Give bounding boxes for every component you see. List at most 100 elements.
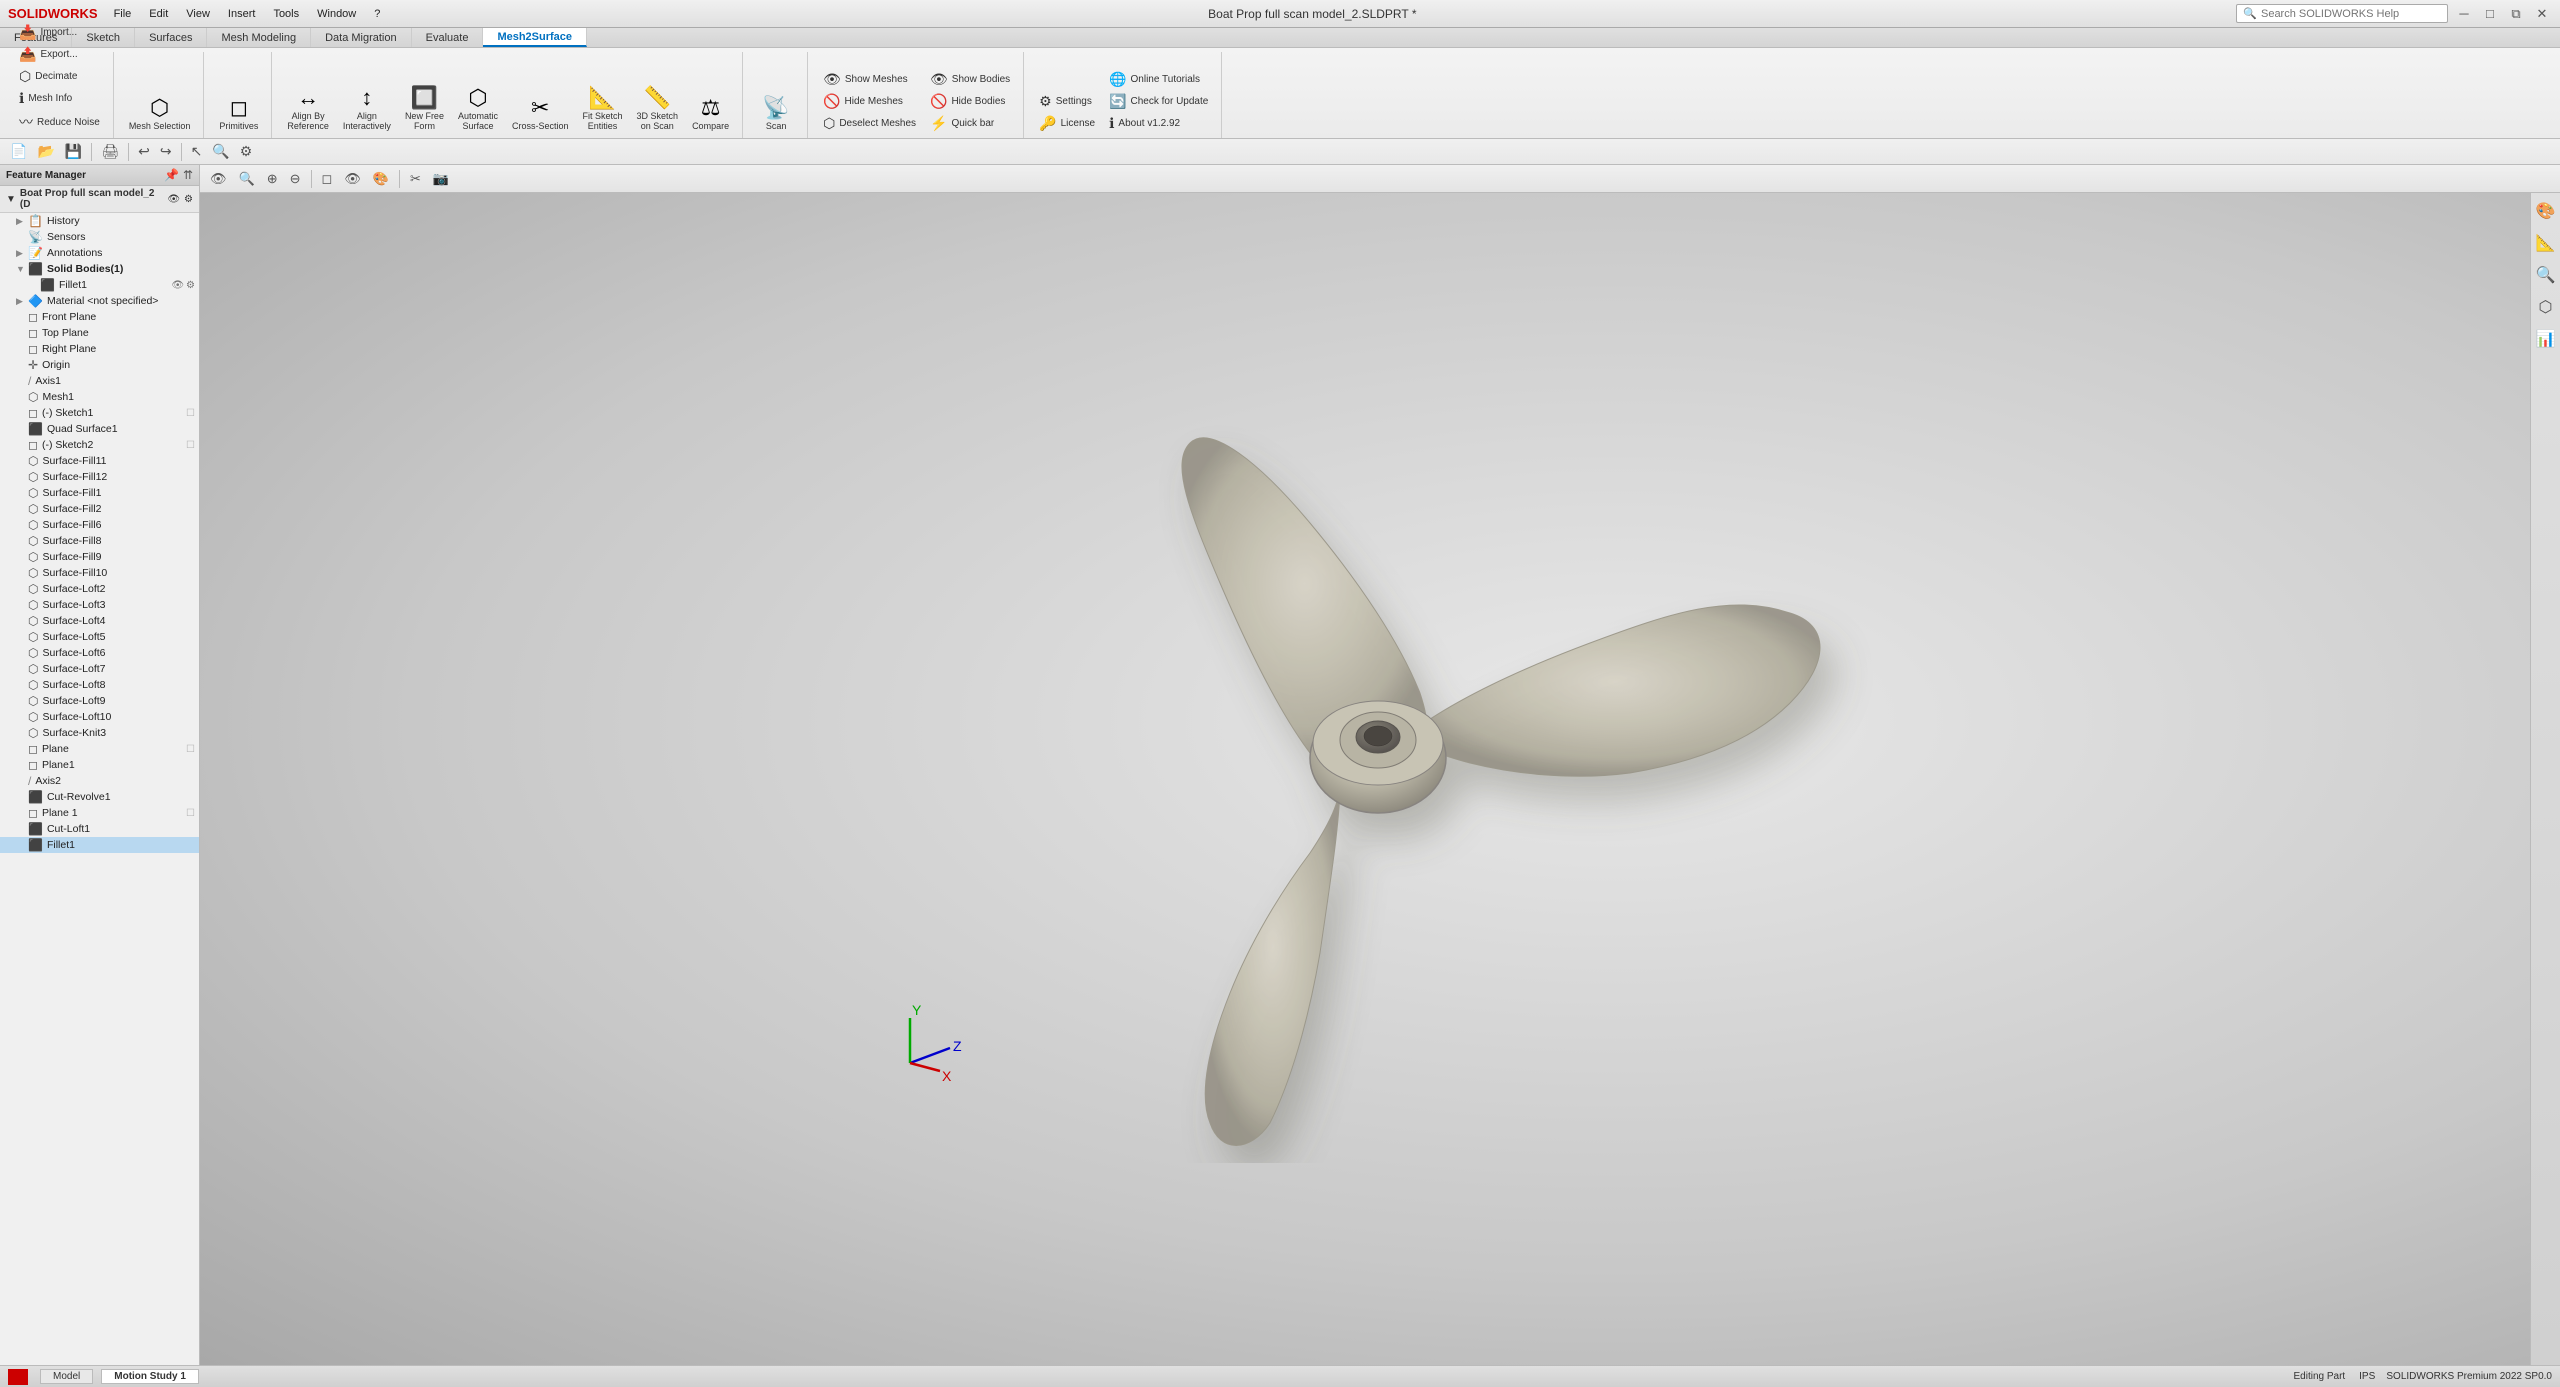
tab-evaluate[interactable]: Evaluate — [412, 28, 484, 47]
tree-item-surface-fill2[interactable]: ⬡ Surface-Fill2 — [0, 501, 199, 517]
tab-mesh2surface[interactable]: Mesh2Surface — [483, 28, 587, 47]
sidebar-expand-icon[interactable]: ⇈ — [183, 168, 193, 182]
tree-eye-icon[interactable]: 👁 — [167, 194, 180, 205]
plane-eye-icon[interactable]: ☐ — [186, 744, 195, 755]
tree-item-front-plane[interactable]: ◻ Front Plane — [0, 309, 199, 325]
menu-insert[interactable]: Insert — [220, 6, 264, 22]
menu-view[interactable]: View — [178, 6, 218, 22]
align-interactively-button[interactable]: ↕ AlignInteractively — [338, 84, 396, 134]
right-panel-btn-3[interactable]: 🔍 — [2534, 261, 2558, 289]
license-button[interactable]: 🔑 License — [1034, 113, 1100, 134]
section-view-button[interactable]: ✂ — [406, 169, 425, 189]
tab-surfaces[interactable]: Surfaces — [135, 28, 207, 47]
tree-item-surface-loft9[interactable]: ⬡ Surface-Loft9 — [0, 693, 199, 709]
tree-item-sketch2[interactable]: ◻ (-) Sketch2 ☐ — [0, 437, 199, 453]
display-style-button[interactable]: ◻ — [318, 169, 337, 189]
tree-item-solid-bodies[interactable]: ▼ ⬛ Solid Bodies(1) — [0, 261, 199, 277]
sidebar-pin-icon[interactable]: 📌 — [164, 168, 179, 182]
cross-section-button[interactable]: ✂ Cross-Section — [507, 94, 574, 134]
tree-item-plane1[interactable]: ◻ Plane1 — [0, 757, 199, 773]
tree-item-fillet1[interactable]: ⬛ Fillet1 — [0, 837, 199, 853]
tree-item-surface-fill11[interactable]: ⬡ Surface-Fill11 — [0, 453, 199, 469]
tree-item-surface-fill12[interactable]: ⬡ Surface-Fill12 — [0, 469, 199, 485]
tree-item-surface-knit3[interactable]: ⬡ Surface-Knit3 — [0, 725, 199, 741]
tree-item-right-plane[interactable]: ◻ Right Plane — [0, 341, 199, 357]
right-panel-btn-1[interactable]: 🎨 — [2534, 197, 2558, 225]
menu-tools[interactable]: Tools — [265, 6, 307, 22]
tree-item-material[interactable]: ▶ 🔷 Material <not specified> — [0, 293, 199, 309]
import-button[interactable]: 📥 Import... — [14, 22, 105, 43]
tree-item-plane-1[interactable]: ◻ Plane 1 ☐ — [0, 805, 199, 821]
undo-button[interactable]: ↩ — [134, 141, 154, 162]
deselect-meshes-button[interactable]: ⬡ Deselect Meshes — [818, 113, 921, 134]
tab-motion-study[interactable]: Motion Study 1 — [101, 1369, 199, 1384]
tree-item-sketch1[interactable]: ◻ (-) Sketch1 ☐ — [0, 405, 199, 421]
reduce-noise-button[interactable]: 〰 Reduce Noise — [14, 110, 105, 134]
sketch1-eye-icon[interactable]: ☐ — [186, 408, 195, 419]
automatic-surface-button[interactable]: ⬡ AutomaticSurface — [453, 84, 503, 134]
open-button[interactable]: 📂 — [33, 141, 58, 162]
select-button[interactable]: ↖ — [187, 141, 207, 162]
minimize-button[interactable]: ─ — [2454, 4, 2474, 24]
quick-bar-button[interactable]: ⚡ Quick bar — [925, 113, 1015, 134]
about-button[interactable]: ℹ About v1.2.92 — [1104, 113, 1213, 134]
primitives-button[interactable]: ◻ Primitives — [214, 94, 263, 134]
tab-model[interactable]: Model — [40, 1369, 93, 1384]
view-orientation-button[interactable]: 👁 — [206, 169, 231, 189]
align-by-reference-button[interactable]: ↔ Align ByReference — [282, 84, 334, 134]
rebuild-button[interactable]: ⚙ — [236, 141, 257, 162]
tree-item-axis2[interactable]: / Axis2 — [0, 773, 199, 789]
tree-item-cut-loft1[interactable]: ⬛ Cut-Loft1 — [0, 821, 199, 837]
print-button[interactable]: 🖨 — [97, 141, 123, 162]
online-tutorials-button[interactable]: 🌐 Online Tutorials — [1104, 69, 1213, 90]
tree-item-surface-loft5[interactable]: ⬡ Surface-Loft5 — [0, 629, 199, 645]
tree-item-surface-loft8[interactable]: ⬡ Surface-Loft8 — [0, 677, 199, 693]
scan-button[interactable]: 📡 Scan — [753, 94, 799, 134]
zoom-button[interactable]: 🔍 — [208, 141, 233, 162]
zoom-fit-button[interactable]: 🔍 — [235, 169, 259, 189]
tree-item-surface-fill9[interactable]: ⬡ Surface-Fill9 — [0, 549, 199, 565]
tree-item-fillet1-body[interactable]: ⬛ Fillet1 👁 ⚙ — [0, 277, 199, 293]
tree-item-surface-fill10[interactable]: ⬡ Surface-Fill10 — [0, 565, 199, 581]
tree-item-sensors[interactable]: 📡 Sensors — [0, 229, 199, 245]
3d-viewport[interactable]: Z Y X 🎨 📐 🔍 ⬡ 📊 — [200, 193, 2560, 1365]
3d-sketch-on-scan-button[interactable]: 📏 3D Sketchon Scan — [632, 84, 684, 134]
hide-meshes-button[interactable]: 🚫 Hide Meshes — [818, 91, 921, 112]
right-panel-btn-4[interactable]: ⬡ — [2537, 293, 2555, 321]
mesh-info-button[interactable]: ℹ Mesh Info — [14, 88, 105, 109]
tree-item-history[interactable]: ▶ 📋 History — [0, 213, 199, 229]
hide-show-button[interactable]: 👁 — [340, 169, 365, 189]
search-input[interactable] — [2261, 8, 2441, 20]
tree-item-surface-loft2[interactable]: ⬡ Surface-Loft2 — [0, 581, 199, 597]
hide-bodies-button[interactable]: 🚫 Hide Bodies — [925, 91, 1015, 112]
tree-item-surface-loft7[interactable]: ⬡ Surface-Loft7 — [0, 661, 199, 677]
restore-button[interactable]: □ — [2480, 4, 2500, 24]
appearance-button[interactable]: 🎨 — [369, 169, 393, 189]
show-bodies-button[interactable]: 👁 Show Bodies — [925, 69, 1015, 90]
zoom-out-button[interactable]: ⊖ — [286, 169, 305, 189]
menu-window[interactable]: Window — [309, 6, 364, 22]
show-meshes-button[interactable]: 👁 Show Meshes — [818, 69, 921, 90]
export-button[interactable]: 📤 Export... — [14, 44, 105, 65]
fillet1-gear-icon[interactable]: ⚙ — [186, 280, 195, 291]
tree-item-quad-surface1[interactable]: ⬛ Quad Surface1 — [0, 421, 199, 437]
fillet1-eye-icon[interactable]: 👁 — [171, 280, 184, 291]
tree-item-surface-fill6[interactable]: ⬡ Surface-Fill6 — [0, 517, 199, 533]
tree-gear-icon[interactable]: ⚙ — [184, 194, 193, 205]
tree-item-cut-revolve1[interactable]: ⬛ Cut-Revolve1 — [0, 789, 199, 805]
tree-item-origin[interactable]: ✛ Origin — [0, 357, 199, 373]
menu-edit[interactable]: Edit — [141, 6, 176, 22]
tree-item-surface-loft6[interactable]: ⬡ Surface-Loft6 — [0, 645, 199, 661]
tree-item-surface-loft3[interactable]: ⬡ Surface-Loft3 — [0, 597, 199, 613]
right-panel-btn-2[interactable]: 📐 — [2534, 229, 2558, 257]
sketch2-checkbox-icon[interactable]: ☐ — [186, 440, 195, 451]
tree-item-surface-fill8[interactable]: ⬡ Surface-Fill8 — [0, 533, 199, 549]
menu-help[interactable]: ? — [366, 6, 388, 22]
new-button[interactable]: 📄 — [6, 141, 31, 162]
tree-item-surface-loft10[interactable]: ⬡ Surface-Loft10 — [0, 709, 199, 725]
close-button[interactable]: ✕ — [2532, 4, 2552, 24]
tab-mesh-modeling[interactable]: Mesh Modeling — [207, 28, 311, 47]
zoom-in-button[interactable]: ⊕ — [263, 169, 282, 189]
decimate-button[interactable]: ⬡ Decimate — [14, 66, 105, 87]
compare-button[interactable]: ⚖ Compare — [687, 94, 734, 134]
